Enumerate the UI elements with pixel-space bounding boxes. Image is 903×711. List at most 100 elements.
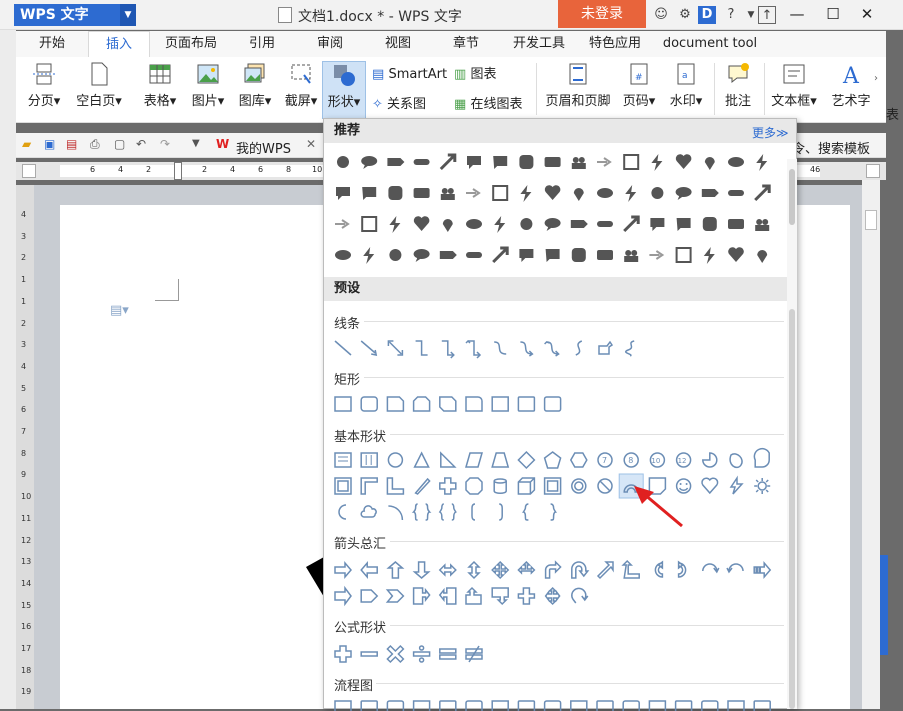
arrow-shape-icon[interactable]	[491, 587, 509, 606]
side-panel-handle[interactable]	[880, 555, 888, 655]
recommended-shape-icon[interactable]	[361, 156, 378, 169]
recommended-shape-icon[interactable]	[361, 216, 378, 232]
recommended-shape-icon[interactable]	[337, 156, 349, 168]
basic-shape-icon[interactable]	[360, 477, 378, 495]
recommended-shape-icon[interactable]	[466, 252, 482, 258]
arrow-shape-icon[interactable]	[621, 559, 640, 579]
rectangle-shape-icon[interactable]	[517, 396, 536, 412]
flowchart-shape-icon[interactable]	[622, 700, 640, 711]
line-shape-icon[interactable]	[544, 341, 560, 357]
smartart-button[interactable]: ▤ SmartArt	[372, 65, 447, 85]
basic-shape-icon[interactable]	[334, 452, 352, 468]
recommended-shape-icon[interactable]	[519, 249, 534, 262]
recommended-shape-icon[interactable]	[545, 249, 560, 262]
basic-shape-icon[interactable]	[729, 475, 744, 495]
line-shape-icon[interactable]	[575, 340, 583, 356]
basic-shape-icon[interactable]	[413, 451, 430, 468]
recommended-shape-icon[interactable]	[703, 247, 715, 264]
line-shape-icon[interactable]	[441, 340, 455, 359]
shapes-button[interactable]: 形状▾	[322, 61, 366, 119]
recommended-shape-icon[interactable]	[520, 185, 532, 202]
arrow-shape-icon[interactable]	[517, 587, 536, 605]
flowchart-shape-icon[interactable]	[517, 700, 536, 711]
recommended-shape-icon[interactable]	[466, 219, 482, 229]
minimize-button[interactable]: —	[782, 3, 812, 25]
flowchart-shape-icon[interactable]	[674, 700, 693, 711]
recommended-shape-icon[interactable]	[675, 187, 692, 200]
tab-page-layout[interactable]: 页面布局	[158, 31, 224, 57]
basic-shape-icon[interactable]	[543, 451, 562, 469]
recommended-shape-icon[interactable]	[649, 250, 665, 260]
line-shape-icon[interactable]	[598, 340, 614, 355]
basic-shape-icon[interactable]: 8	[623, 452, 639, 468]
recommended-shape-icon[interactable]	[573, 188, 584, 201]
arrow-shape-icon[interactable]	[544, 586, 561, 606]
ribbon-scroll-right-icon[interactable]: ›	[874, 73, 878, 84]
export-pdf-icon[interactable]: ▤	[66, 137, 77, 151]
recommended-shape-icon[interactable]	[544, 218, 561, 231]
arrow-shape-icon[interactable]	[517, 560, 536, 575]
recommended-shape-icon[interactable]	[623, 215, 640, 233]
rectangle-shape-icon[interactable]	[386, 396, 405, 412]
flowchart-shape-icon[interactable]	[753, 700, 771, 711]
screenshot-button[interactable]: 截屏▾	[278, 61, 324, 109]
equation-shape-icon[interactable]	[334, 645, 352, 663]
recommended-shape-icon[interactable]	[650, 218, 665, 231]
basic-shape-icon[interactable]	[493, 478, 507, 494]
ruler-toggle[interactable]	[866, 164, 880, 178]
relation-chart-button[interactable]: ✧ 关系图	[372, 95, 426, 115]
line-shapes-grid[interactable]	[330, 335, 780, 361]
recommended-shape-icon[interactable]	[440, 188, 455, 200]
rectangle-shape-icon[interactable]	[360, 396, 378, 412]
recommended-shape-icon[interactable]	[571, 157, 586, 169]
arrow-shape-icon[interactable]	[726, 563, 744, 574]
maximize-button[interactable]: ☐	[818, 3, 848, 25]
basic-shape-icon[interactable]	[334, 477, 352, 495]
open-folder-icon[interactable]: ▰	[22, 137, 31, 151]
basic-shape-icon[interactable]	[388, 505, 404, 521]
recommended-scroll-thumb[interactable]	[789, 169, 795, 225]
print-preview-icon[interactable]: ▢	[114, 137, 125, 151]
basic-shape-icon[interactable]	[465, 452, 483, 468]
line-shape-icon[interactable]	[360, 340, 378, 356]
basic-shape-icon[interactable]	[543, 477, 562, 495]
basic-shape-icon[interactable]	[521, 503, 529, 521]
recommended-shape-icon[interactable]	[442, 219, 453, 232]
recommended-shape-icon[interactable]	[389, 216, 401, 233]
basic-shape-icon[interactable]	[440, 451, 457, 468]
recommended-shape-icon[interactable]	[363, 247, 375, 264]
page-number-button[interactable]: # 页码▾	[618, 61, 660, 109]
recommended-shape-icon[interactable]	[755, 219, 770, 231]
basic-shape-icon[interactable]	[597, 478, 613, 494]
arrow-shape-icon[interactable]	[753, 560, 772, 580]
recommended-shape-icon[interactable]	[728, 247, 744, 262]
line-shape-icon[interactable]	[415, 340, 428, 356]
flowchart-shape-icon[interactable]	[334, 700, 352, 711]
recommended-shape-icon[interactable]	[651, 187, 664, 199]
basic-shape-icon[interactable]	[414, 477, 431, 495]
tab-review[interactable]: 审阅	[306, 31, 354, 57]
recommended-shape-icon[interactable]	[651, 154, 663, 171]
arrow-shape-icon[interactable]	[544, 560, 562, 579]
line-shape-icon[interactable]	[465, 339, 482, 359]
close-tab-icon[interactable]: ✕	[306, 137, 316, 151]
tab-insert[interactable]: 插入	[88, 31, 150, 57]
arrow-shape-icon[interactable]	[438, 563, 457, 577]
more-link[interactable]: 更多≫	[752, 124, 789, 141]
flowchart-shape-icon[interactable]	[491, 700, 509, 711]
tab-special[interactable]: 特色应用	[582, 31, 648, 57]
basic-shape-icon[interactable]: 12	[675, 452, 692, 468]
equation-shape-icon[interactable]	[386, 644, 405, 664]
skin-icon[interactable]: ☺	[652, 6, 670, 24]
rectangle-shapes-grid[interactable]	[330, 391, 780, 417]
basic-shape-icon[interactable]	[360, 452, 378, 468]
recommended-shape-icon[interactable]	[728, 219, 744, 229]
basic-shape-icon[interactable]	[439, 477, 457, 495]
blank-page-button[interactable]: 空白页▾	[70, 61, 128, 109]
basic-shape-icon[interactable]	[471, 503, 476, 521]
arrow-shape-icon[interactable]	[386, 561, 405, 579]
scroll-thumb[interactable]	[865, 210, 877, 230]
recommended-shape-icon[interactable]	[388, 186, 403, 200]
print-icon[interactable]: ⎙	[90, 137, 100, 152]
picture-button[interactable]: 图片▾	[186, 61, 230, 109]
